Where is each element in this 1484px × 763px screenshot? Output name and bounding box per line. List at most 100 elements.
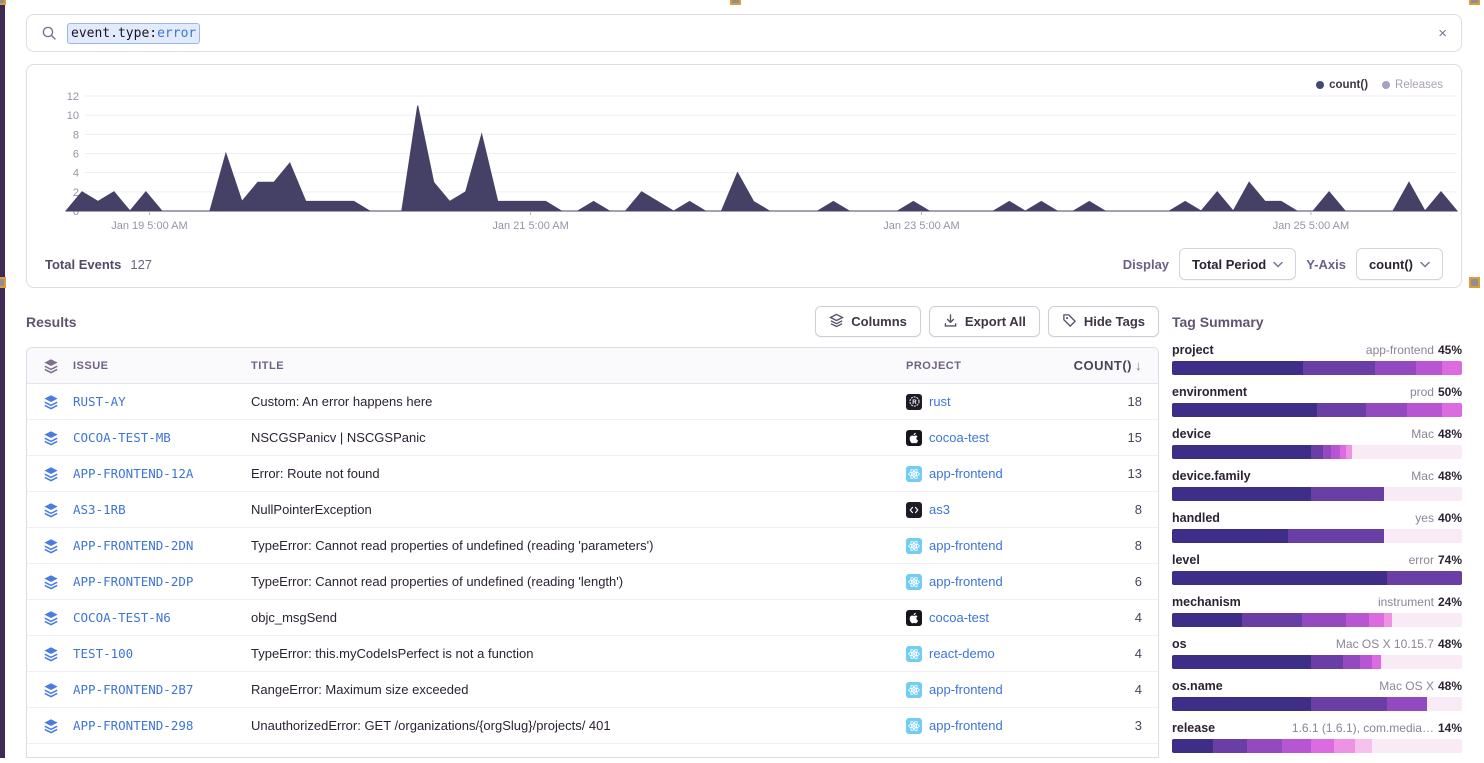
column-header-title[interactable]: TITLE	[251, 360, 906, 372]
tag-bar-segment[interactable]	[1369, 613, 1384, 627]
export-all-button[interactable]: Export All	[929, 306, 1040, 337]
issue-link[interactable]: APP-FRONTEND-2DP	[73, 574, 251, 589]
project-link[interactable]: app-frontend	[929, 538, 1003, 553]
project-link[interactable]: rust	[929, 394, 951, 409]
tag-bar-segment[interactable]	[1172, 655, 1311, 669]
tag-icon	[1062, 313, 1077, 331]
selection-handle-top-left[interactable]	[0, 0, 6, 5]
tag-distribution-bar[interactable]	[1172, 613, 1462, 627]
tag-bar-segment[interactable]	[1172, 445, 1311, 459]
tag-bar-segment[interactable]	[1384, 529, 1462, 543]
tag-bar-segment[interactable]	[1381, 655, 1462, 669]
project-link[interactable]: cocoa-test	[929, 610, 989, 625]
tag-bar-segment[interactable]	[1172, 487, 1311, 501]
tag-bar-segment[interactable]	[1311, 739, 1334, 753]
tag-bar-segment[interactable]	[1213, 739, 1248, 753]
tag-bar-segment[interactable]	[1352, 445, 1462, 459]
tag-bar-segment[interactable]	[1334, 739, 1354, 753]
project-link[interactable]: cocoa-test	[929, 430, 989, 445]
tag-bar-segment[interactable]	[1407, 403, 1442, 417]
tag-bar-segment[interactable]	[1172, 739, 1213, 753]
project-link[interactable]: app-frontend	[929, 466, 1003, 481]
tag-bar-segment[interactable]	[1360, 655, 1372, 669]
column-header-issue[interactable]: ISSUE	[73, 360, 251, 372]
tag-bar-segment[interactable]	[1375, 361, 1416, 375]
issue-link[interactable]: COCOA-TEST-N6	[73, 610, 251, 625]
tag-bar-segment[interactable]	[1442, 403, 1462, 417]
issue-stack-icon	[43, 466, 59, 482]
tag-distribution-bar[interactable]	[1172, 739, 1462, 753]
tag-bar-segment[interactable]	[1172, 529, 1288, 543]
project-link[interactable]: app-frontend	[929, 574, 1003, 589]
event-count: 3	[1066, 718, 1158, 733]
tag-bar-segment[interactable]	[1323, 445, 1332, 459]
tag-distribution-bar[interactable]	[1172, 403, 1462, 417]
project-link[interactable]: app-frontend	[929, 718, 1003, 733]
tag-bar-segment[interactable]	[1372, 739, 1462, 753]
tag-bar-segment[interactable]	[1416, 361, 1442, 375]
tag-bar-segment[interactable]	[1247, 739, 1282, 753]
tag-bar-segment[interactable]	[1311, 487, 1384, 501]
tag-distribution-bar[interactable]	[1172, 445, 1462, 459]
tag-bar-segment[interactable]	[1343, 655, 1360, 669]
tag-distribution-bar[interactable]	[1172, 571, 1462, 585]
tag-distribution-bar[interactable]	[1172, 487, 1462, 501]
issue-link[interactable]: APP-FRONTEND-298	[73, 718, 251, 733]
columns-button[interactable]: Columns	[815, 306, 921, 337]
tag-bar-segment[interactable]	[1311, 655, 1343, 669]
tag-bar-segment[interactable]	[1311, 697, 1386, 711]
tag-distribution-bar[interactable]	[1172, 361, 1462, 375]
column-header-project[interactable]: PROJECT	[906, 360, 1066, 372]
tag-bar-segment[interactable]	[1282, 739, 1311, 753]
tag-bar-segment[interactable]	[1317, 403, 1366, 417]
search-bar[interactable]: event.type:error ×	[26, 14, 1462, 52]
tag-bar-segment[interactable]	[1242, 613, 1303, 627]
issue-link[interactable]: APP-FRONTEND-12A	[73, 466, 251, 481]
tag-bar-segment[interactable]	[1172, 571, 1387, 585]
tag-distribution-bar[interactable]	[1172, 655, 1462, 669]
tag-bar-segment[interactable]	[1172, 697, 1311, 711]
tag-bar-segment[interactable]	[1172, 361, 1303, 375]
hide-tags-button[interactable]: Hide Tags	[1048, 306, 1159, 337]
events-area-chart[interactable]: 024681012Jan 19 5:00 AMJan 21 5:00 AMJan…	[27, 77, 1461, 243]
issue-link[interactable]: RUST-AY	[73, 394, 251, 409]
issue-link[interactable]: APP-FRONTEND-2B7	[73, 682, 251, 697]
tag-bar-segment[interactable]	[1172, 613, 1242, 627]
tag-bar-segment[interactable]	[1311, 445, 1323, 459]
tag-bar-segment[interactable]	[1384, 487, 1462, 501]
selection-handle-top-right[interactable]	[1469, 0, 1480, 5]
tag-bar-segment[interactable]	[1366, 403, 1407, 417]
column-header-count[interactable]: COUNT()↓	[1066, 358, 1158, 373]
search-query-token[interactable]: event.type:error	[67, 23, 200, 44]
tag-bar-segment[interactable]	[1387, 697, 1428, 711]
issue-stack-icon	[43, 574, 59, 590]
issue-link[interactable]: AS3-1RB	[73, 502, 251, 517]
issue-link[interactable]: TEST-100	[73, 646, 251, 661]
issue-link[interactable]: COCOA-TEST-MB	[73, 430, 251, 445]
tag-bar-segment[interactable]	[1302, 613, 1346, 627]
yaxis-dropdown[interactable]: count()	[1356, 248, 1443, 280]
tag-bar-segment[interactable]	[1331, 445, 1340, 459]
project-link[interactable]: as3	[929, 502, 950, 517]
tag-bar-segment[interactable]	[1346, 613, 1369, 627]
tag-bar-segment[interactable]	[1355, 739, 1372, 753]
selection-handle-right-mid[interactable]	[1469, 277, 1480, 288]
tag-bar-segment[interactable]	[1427, 697, 1462, 711]
project-link[interactable]: app-frontend	[929, 682, 1003, 697]
tag-bar-segment[interactable]	[1442, 361, 1462, 375]
display-dropdown[interactable]: Total Period	[1179, 248, 1296, 280]
tag-bar-segment[interactable]	[1387, 571, 1462, 585]
tag-distribution-bar[interactable]	[1172, 529, 1462, 543]
tag-bar-segment[interactable]	[1392, 613, 1462, 627]
tag-bar-segment[interactable]	[1372, 655, 1381, 669]
tag-bar-segment[interactable]	[1172, 403, 1317, 417]
selection-handle-left-mid[interactable]	[0, 277, 6, 288]
search-clear-icon[interactable]: ×	[1438, 26, 1447, 41]
issue-link[interactable]: APP-FRONTEND-2DN	[73, 538, 251, 553]
selection-handle-top-mid[interactable]	[730, 0, 741, 5]
tag-bar-segment[interactable]	[1288, 529, 1384, 543]
tag-bar-segment[interactable]	[1384, 613, 1393, 627]
project-link[interactable]: react-demo	[929, 646, 995, 661]
tag-distribution-bar[interactable]	[1172, 697, 1462, 711]
tag-bar-segment[interactable]	[1303, 361, 1376, 375]
